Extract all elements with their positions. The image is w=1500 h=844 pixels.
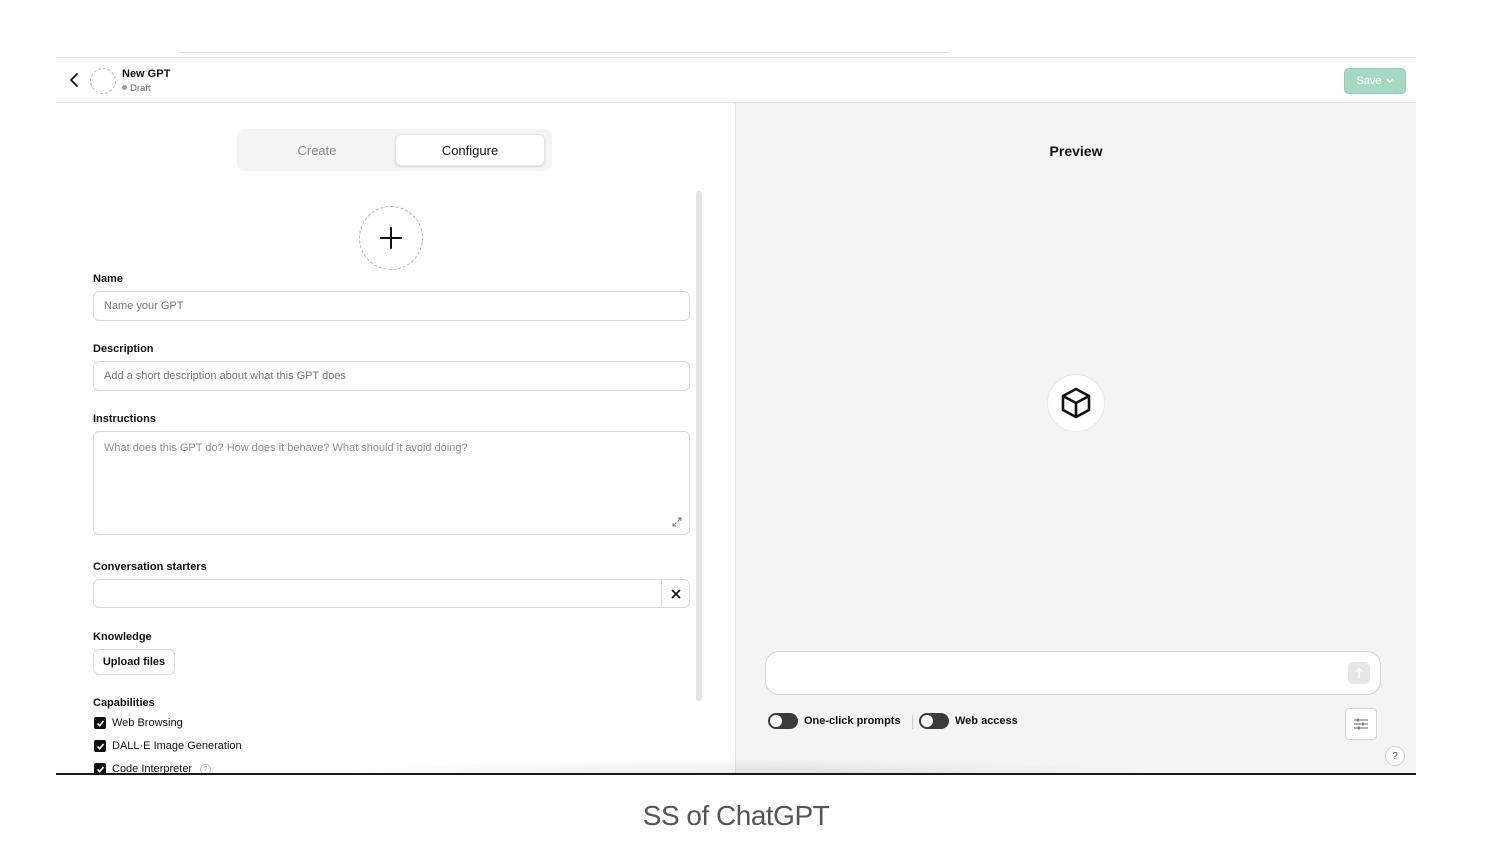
preview-panel: Preview One-click prompts Web access ? (736, 103, 1416, 773)
add-image-button[interactable] (359, 206, 423, 270)
top-divider (178, 52, 950, 53)
starters-label: Conversation starters (93, 561, 207, 573)
toggle-label: Web access (955, 715, 1018, 727)
capability-label: Web Browsing (112, 717, 183, 729)
chevron-down-icon (1386, 78, 1393, 83)
cube-icon (1061, 387, 1091, 419)
toggle-switch[interactable] (768, 713, 798, 729)
tab-create[interactable]: Create (242, 134, 392, 166)
name-label: Name (93, 273, 123, 285)
toggle-separator (912, 715, 913, 729)
checkbox[interactable] (94, 740, 106, 752)
gpt-avatar[interactable] (90, 68, 116, 94)
arrow-up-icon (1355, 667, 1363, 678)
help-button[interactable]: ? (1385, 746, 1405, 766)
sliders-icon (1354, 718, 1368, 730)
scrollbar[interactable] (696, 191, 702, 701)
toggle-switch[interactable] (919, 713, 949, 729)
check-icon (96, 765, 104, 773)
instructions-textarea[interactable]: What does this GPT do? How does it behav… (93, 431, 690, 535)
toggle-one-click-prompts[interactable]: One-click prompts (768, 713, 901, 729)
upload-files-button[interactable]: Upload files (93, 649, 175, 675)
bottom-shadow (286, 758, 1186, 773)
capability-label: Code Interpreter (112, 763, 193, 775)
save-label: Save (1356, 75, 1382, 87)
tab-configure[interactable]: Configure (395, 134, 545, 166)
remove-starter-button[interactable] (661, 580, 689, 607)
chevron-left-icon (70, 73, 78, 87)
help-icon[interactable]: ? (200, 763, 212, 773)
plus-icon (380, 227, 402, 249)
mode-tabs: Create Configure (237, 129, 552, 171)
toggle-web-access[interactable]: Web access (919, 713, 1018, 729)
status-dot-icon (122, 85, 127, 90)
back-button[interactable] (66, 70, 82, 90)
knowledge-label: Knowledge (93, 631, 152, 643)
expand-icon[interactable] (671, 516, 683, 528)
description-input[interactable] (93, 361, 690, 391)
configure-panel: Create Configure Name Description Instru… (56, 103, 735, 775)
instructions-label: Instructions (93, 413, 156, 425)
app-window: New GPT Draft Save Create Configure Name… (56, 57, 1416, 775)
checkbox[interactable] (94, 763, 106, 773)
preview-title: Preview (1049, 143, 1103, 159)
gpt-name: New GPT (122, 68, 171, 80)
capabilities-label: Capabilities (93, 697, 155, 709)
capability-web-browsing[interactable]: Web Browsing (94, 717, 183, 729)
save-button[interactable]: Save (1344, 68, 1406, 94)
description-label: Description (93, 343, 154, 355)
caption: SS of ChatGPT (642, 800, 830, 831)
header: New GPT Draft Save (56, 58, 1416, 103)
message-input[interactable] (765, 651, 1381, 695)
status-text: Draft (130, 83, 151, 94)
checkbox[interactable] (94, 717, 106, 729)
settings-button[interactable] (1345, 708, 1377, 740)
capability-code-interpreter[interactable]: Code Interpreter ? (94, 763, 212, 775)
close-icon (670, 588, 681, 599)
instructions-placeholder: What does this GPT do? How does it behav… (104, 442, 468, 454)
capability-label: DALL·E Image Generation (112, 740, 242, 752)
name-input[interactable] (93, 291, 690, 321)
status-badge: Draft (122, 83, 151, 94)
starter-input[interactable] (93, 579, 690, 608)
send-button[interactable] (1348, 662, 1370, 684)
check-icon (96, 742, 104, 750)
toggle-label: One-click prompts (804, 715, 901, 727)
capability-dalle[interactable]: DALL·E Image Generation (94, 740, 242, 752)
preview-avatar (1047, 374, 1105, 432)
check-icon (96, 719, 104, 727)
